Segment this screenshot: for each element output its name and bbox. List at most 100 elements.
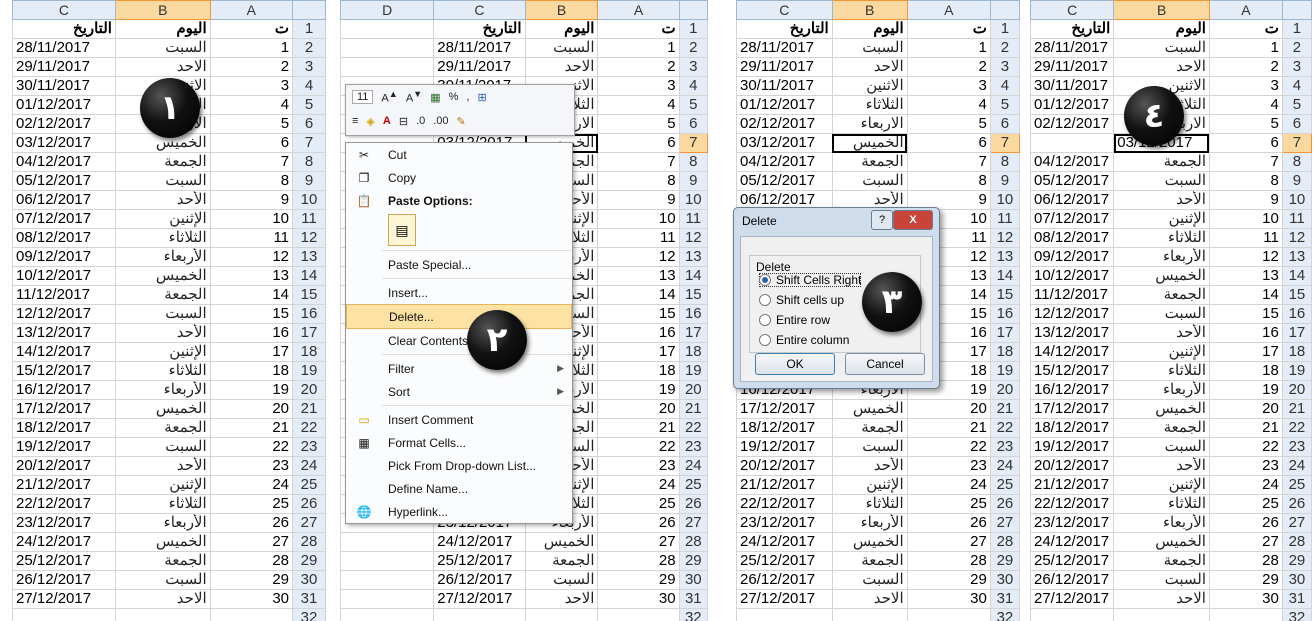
number-cell[interactable]: 12: [597, 247, 680, 267]
column-header[interactable]: B: [1113, 0, 1210, 20]
day-cell[interactable]: الجمعة: [1113, 285, 1210, 305]
table-cell[interactable]: [433, 608, 526, 621]
date-cell[interactable]: 06/12/2017: [1030, 190, 1115, 210]
number-cell[interactable]: 1: [906, 38, 991, 58]
row-header[interactable]: 13: [989, 247, 1021, 267]
align-center-icon[interactable]: ≡: [352, 115, 358, 127]
row-header[interactable]: 29: [292, 551, 326, 571]
number-cell[interactable]: 4: [597, 95, 680, 115]
column-header[interactable]: C: [12, 0, 116, 20]
row-header[interactable]: 21: [292, 399, 326, 419]
row-header[interactable]: 12: [1281, 228, 1313, 248]
row-header[interactable]: 31: [678, 589, 709, 609]
number-cell[interactable]: 26: [597, 513, 680, 533]
row-header[interactable]: 25: [1281, 475, 1313, 495]
table-cell[interactable]: [340, 589, 435, 609]
day-cell[interactable]: الاحد: [524, 57, 599, 77]
table-cell[interactable]: [340, 38, 435, 58]
row-header[interactable]: 24: [678, 456, 709, 476]
number-cell[interactable]: 6: [209, 133, 294, 153]
day-cell[interactable]: الأربعاء: [1113, 380, 1210, 400]
number-cell[interactable]: 3: [906, 76, 991, 96]
row-header[interactable]: 26: [989, 494, 1021, 514]
date-cell[interactable]: 03/12/2017: [736, 133, 833, 153]
date-cell[interactable]: 25/12/2017: [12, 551, 116, 571]
date-cell[interactable]: 02/12/2017: [736, 114, 833, 134]
number-cell[interactable]: 24: [597, 475, 680, 495]
number-cell[interactable]: 30: [906, 589, 991, 609]
date-cell[interactable]: 09/12/2017: [12, 247, 116, 267]
number-cell[interactable]: 29: [1208, 570, 1283, 590]
row-header[interactable]: 17: [989, 323, 1021, 343]
number-cell[interactable]: 25: [597, 494, 680, 514]
day-cell[interactable]: الأربعاء: [1113, 247, 1210, 267]
column-header[interactable]: A: [1208, 0, 1283, 20]
number-cell[interactable]: 10: [1208, 209, 1283, 229]
row-header[interactable]: 21: [1281, 399, 1313, 419]
number-cell[interactable]: 26: [1208, 513, 1283, 533]
date-cell[interactable]: 26/12/2017: [736, 570, 833, 590]
date-cell[interactable]: 20/12/2017: [1030, 456, 1115, 476]
day-cell[interactable]: السبت: [524, 38, 599, 58]
number-cell[interactable]: 9: [597, 190, 680, 210]
number-cell[interactable]: 5: [906, 114, 991, 134]
date-cell[interactable]: 21/12/2017: [736, 475, 833, 495]
date-cell[interactable]: 07/12/2017: [12, 209, 116, 229]
number-cell[interactable]: 2: [209, 57, 294, 77]
column-header[interactable]: A: [597, 0, 680, 20]
day-cell[interactable]: الأحد: [1113, 456, 1210, 476]
number-cell[interactable]: 24: [1208, 475, 1283, 495]
day-cell[interactable]: السبت: [524, 570, 599, 590]
fill-color-icon[interactable]: ◈: [366, 115, 374, 128]
table-cell[interactable]: [340, 57, 435, 77]
row-header[interactable]: 7: [989, 133, 1021, 153]
day-cell[interactable]: الجمعة: [114, 152, 211, 172]
row-header[interactable]: 10: [292, 190, 326, 210]
row-header[interactable]: 16: [292, 304, 326, 324]
number-cell[interactable]: 14: [597, 285, 680, 305]
day-cell[interactable]: الخميس: [1113, 399, 1210, 419]
row-header[interactable]: 7: [678, 133, 709, 153]
row-header[interactable]: 8: [292, 152, 326, 172]
row-header[interactable]: 6: [1281, 114, 1313, 134]
date-cell[interactable]: 17/12/2017: [736, 399, 833, 419]
date-cell[interactable]: 24/12/2017: [1030, 532, 1115, 552]
number-cell[interactable]: 29: [906, 570, 991, 590]
row-header[interactable]: 30: [678, 570, 709, 590]
row-header[interactable]: 2: [292, 38, 326, 58]
number-cell[interactable]: 5: [209, 114, 294, 134]
row-header[interactable]: 19: [1281, 361, 1313, 381]
row-header[interactable]: 24: [989, 456, 1021, 476]
date-cell[interactable]: 30/11/2017: [12, 76, 116, 96]
help-button[interactable]: ?: [871, 210, 893, 230]
column-header[interactable]: C: [433, 0, 526, 20]
number-cell[interactable]: 8: [906, 171, 991, 191]
header-day[interactable]: اليوم: [524, 19, 599, 39]
column-header[interactable]: C: [736, 0, 833, 20]
row-header[interactable]: 13: [1281, 247, 1313, 267]
number-cell[interactable]: 28: [209, 551, 294, 571]
date-cell[interactable]: 06/12/2017: [12, 190, 116, 210]
date-cell[interactable]: 02/12/2017: [12, 114, 116, 134]
day-cell[interactable]: الثلاثاء: [831, 95, 908, 115]
day-cell[interactable]: الثلاثاء: [1113, 228, 1210, 248]
number-cell[interactable]: 21: [1208, 418, 1283, 438]
row-header[interactable]: 3: [678, 57, 709, 77]
table-cell[interactable]: [340, 532, 435, 552]
row-header[interactable]: 15: [292, 285, 326, 305]
header-day[interactable]: اليوم: [1113, 19, 1210, 39]
number-cell[interactable]: 4: [1208, 95, 1283, 115]
empty-cell[interactable]: [1030, 133, 1115, 153]
row-header[interactable]: 5: [292, 95, 326, 115]
grow-font-icon[interactable]: A▲: [381, 89, 397, 105]
row-header[interactable]: 11: [292, 209, 326, 229]
column-header[interactable]: B: [524, 0, 599, 20]
number-cell[interactable]: 21: [597, 418, 680, 438]
row-header[interactable]: 15: [678, 285, 709, 305]
day-cell[interactable]: الخميس: [114, 399, 211, 419]
number-cell[interactable]: 3: [1208, 76, 1283, 96]
number-cell[interactable]: 14: [209, 285, 294, 305]
header-number[interactable]: ت: [906, 19, 991, 39]
number-cell[interactable]: 15: [209, 304, 294, 324]
date-cell[interactable]: 23/12/2017: [1030, 513, 1115, 533]
